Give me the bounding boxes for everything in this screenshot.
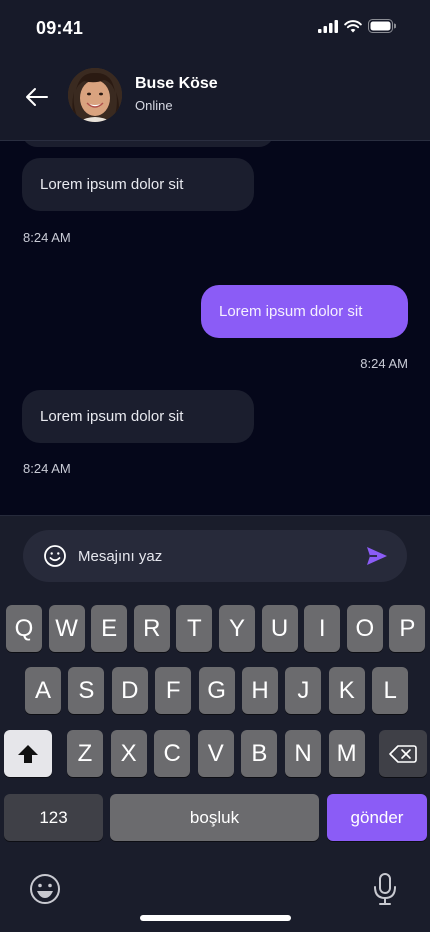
key-q[interactable]: Q [6,605,42,652]
emoji-keyboard-icon[interactable] [28,872,62,906]
backspace-icon [389,744,417,763]
wifi-icon [344,19,362,32]
shift-key[interactable] [4,730,52,777]
status-time: 09:41 [36,18,84,38]
key-k[interactable]: K [328,667,365,714]
message-time: 8:24 AM [23,230,71,245]
microphone-icon[interactable] [372,872,398,906]
key-r[interactable]: R [133,605,170,652]
message-text: Lorem ipsum dolor sit [40,176,184,193]
contact-name: Buse Köse [135,75,218,92]
message-time: 8:24 AM [23,461,71,476]
shift-icon [18,744,38,763]
battery-icon [368,19,396,33]
message-bubble-outgoing[interactable]: Lorem ipsum dolor sit [201,285,408,338]
key-y[interactable]: Y [219,605,255,652]
message-input[interactable] [78,540,358,572]
send-icon[interactable] [365,544,389,568]
key-z[interactable]: Z [67,730,103,777]
key-p[interactable]: P [389,605,426,652]
key-u[interactable]: U [261,605,298,652]
chat-header: Buse Köse Online [0,56,430,141]
emoji-icon[interactable] [43,544,67,568]
key-x[interactable]: X [110,730,147,777]
message-bubble-partial [22,141,274,147]
back-arrow-icon [26,88,48,106]
key-v[interactable]: V [197,730,234,777]
key-w[interactable]: W [48,605,85,652]
key-t[interactable]: T [176,605,213,652]
status-icons [318,19,396,33]
message-text: Lorem ipsum dolor sit [40,408,184,425]
message-time: 8:24 AM [360,356,408,371]
key-s[interactable]: S [68,667,105,714]
key-f[interactable]: F [155,667,192,714]
key-j[interactable]: J [285,667,322,714]
send-key[interactable]: gönder [327,794,427,841]
key-l[interactable]: L [372,667,409,714]
contact-status: Online [135,98,173,113]
chat-messages[interactable]: Lorem ipsum dolor sit 8:24 AM Lorem ipsu… [0,141,430,515]
backspace-key[interactable] [379,730,427,777]
back-button[interactable] [22,82,52,112]
avatar[interactable] [68,68,122,122]
signal-icon [318,19,338,33]
message-text: Lorem ipsum dolor sit [219,303,363,320]
message-bubble-incoming[interactable]: Lorem ipsum dolor sit [22,158,254,211]
space-key[interactable]: boşluk [110,794,319,841]
key-e[interactable]: E [91,605,128,652]
key-n[interactable]: N [285,730,321,777]
key-a[interactable]: A [25,667,61,714]
key-m[interactable]: M [328,730,365,777]
numbers-key[interactable]: 123 [4,794,103,841]
key-i[interactable]: I [304,605,341,652]
message-bubble-incoming[interactable]: Lorem ipsum dolor sit [22,390,254,443]
home-indicator [140,915,291,921]
message-composer [23,530,407,582]
key-g[interactable]: G [198,667,235,714]
composer-area: 123 boşluk gönder QWERTYUIOP ASDFGHJKL ZXC… [0,515,430,932]
key-o[interactable]: O [346,605,383,652]
status-bar: 09:41 [0,0,430,56]
key-h[interactable]: H [242,667,278,714]
key-d[interactable]: D [111,667,148,714]
key-c[interactable]: C [154,730,191,777]
avatar-image [68,68,122,122]
key-b[interactable]: B [241,730,278,777]
